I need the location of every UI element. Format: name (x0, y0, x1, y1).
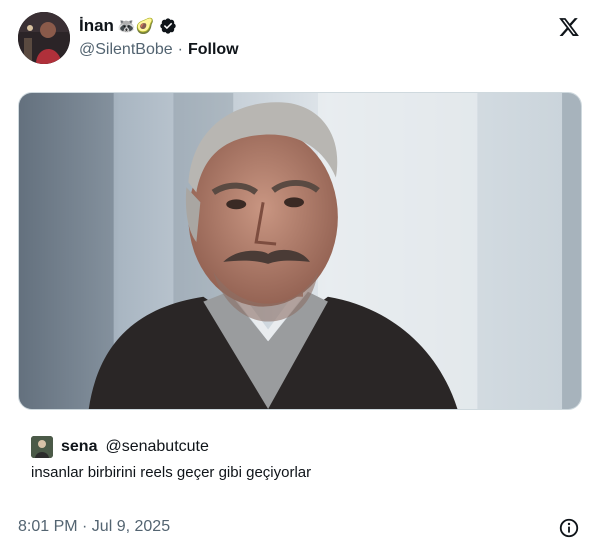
author-name-emojis: 🦝🥑 (116, 17, 155, 35)
author-avatar[interactable] (18, 12, 70, 64)
author-display-name[interactable]: İnan (79, 16, 114, 36)
quote-author-row[interactable]: sena @senabutcute (31, 436, 209, 458)
verified-badge-icon (160, 18, 176, 34)
x-logo-icon[interactable] (558, 16, 580, 38)
quote-author-name[interactable]: sena (61, 438, 97, 456)
author-name-row: İnan 🦝🥑 (79, 16, 177, 36)
tweet-media-image[interactable] (18, 92, 582, 410)
follow-button[interactable]: Follow (188, 41, 239, 59)
quote-text: insanlar birbirini reels geçer gibi geçi… (31, 464, 312, 481)
author-handle-row: @SilentBobe · Follow (79, 41, 239, 59)
tweet-card: İnan 🦝🥑 @SilentBobe · Follow sena @senab… (0, 0, 600, 558)
handle-separator: · (177, 41, 183, 58)
quote-author-avatar[interactable] (31, 436, 53, 458)
info-icon[interactable] (558, 517, 580, 539)
media-photo (19, 93, 581, 409)
tweet-timestamp[interactable]: 8:01 PM · Jul 9, 2025 (18, 518, 170, 536)
quote-author-handle[interactable]: @senabutcute (105, 438, 208, 456)
author-handle[interactable]: @SilentBobe (79, 41, 173, 59)
